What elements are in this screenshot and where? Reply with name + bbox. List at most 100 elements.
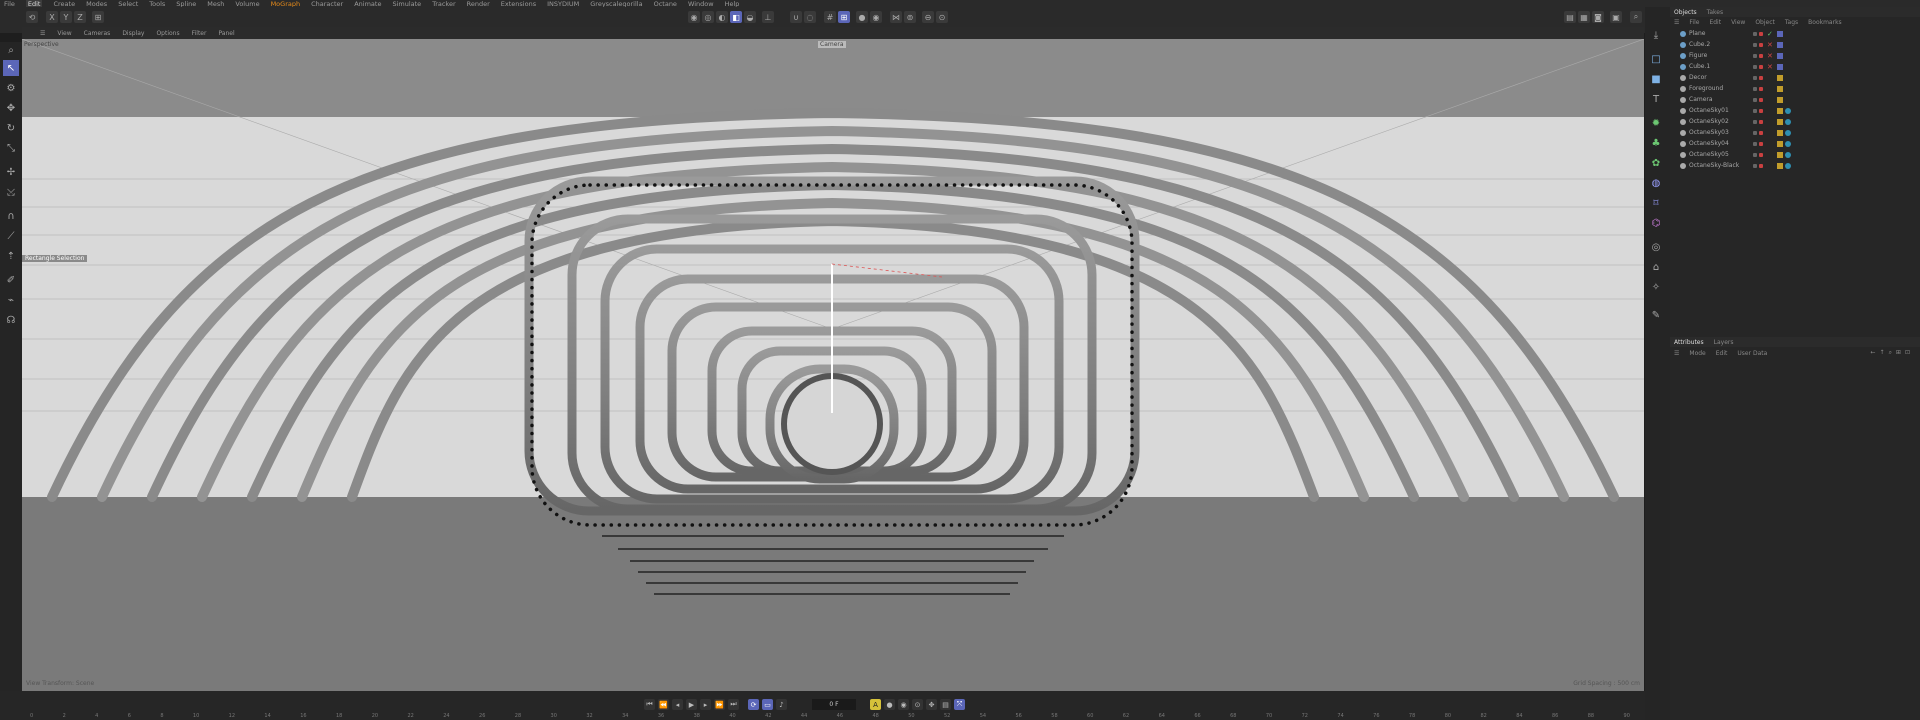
disabled-x-icon[interactable]: ✕ (1767, 63, 1773, 71)
axis-x-button[interactable]: X (46, 11, 58, 23)
layer-dot-icon[interactable] (1753, 141, 1757, 146)
object-tag-icon[interactable] (1777, 85, 1783, 92)
object-name[interactable]: OctaneSky05 (1689, 151, 1753, 158)
prev-frame-icon[interactable]: ◂ (672, 699, 683, 710)
dope-sheet-icon[interactable]: ⤧ (954, 699, 965, 710)
object-row[interactable]: Foreground (1680, 83, 1920, 94)
visibility-dot-icon[interactable] (1759, 31, 1763, 36)
extrude-icon[interactable]: ⇡ (3, 248, 19, 264)
move-icon[interactable]: ⤓ (1648, 27, 1664, 43)
render-region-icon[interactable]: ◉ (870, 11, 882, 23)
range-icon[interactable]: ▭ (762, 699, 773, 710)
snap-settings-icon[interactable]: ◌ (804, 11, 816, 23)
object-row[interactable]: OctaneSky-Black (1680, 160, 1920, 171)
object-name[interactable]: Plane (1689, 30, 1753, 37)
object-name[interactable]: Decor (1689, 74, 1753, 81)
object-tag-icon[interactable] (1777, 107, 1783, 114)
layer-dot-icon[interactable] (1753, 64, 1757, 69)
objects-menu-bookmarks[interactable]: Bookmarks (1808, 19, 1842, 26)
knife-icon[interactable]: ⟋ (3, 228, 19, 244)
object-row[interactable]: OctaneSky04 (1680, 138, 1920, 149)
viewport-menu-display[interactable]: Display (122, 30, 144, 37)
render-settings-icon[interactable]: ▤ (1564, 11, 1576, 23)
visibility-dot-icon[interactable] (1759, 53, 1763, 58)
object-name[interactable]: Cube.1 (1689, 63, 1753, 70)
object-row[interactable]: Cube.1 ✕ (1680, 61, 1920, 72)
effector-icon[interactable]: ✿ (1648, 155, 1664, 171)
uv-mode-icon[interactable]: ◒ (744, 11, 756, 23)
deformer-icon[interactable]: ⋈ (890, 11, 902, 23)
object-tag-icon[interactable] (1776, 41, 1783, 48)
layer-dot-icon[interactable] (1753, 163, 1757, 168)
axis-z-button[interactable]: Z (74, 11, 86, 23)
viewport-menu-view[interactable]: View (57, 30, 71, 37)
select-tool-icon[interactable]: ↖ (3, 60, 19, 76)
brush-icon[interactable]: ✐ (3, 272, 19, 288)
objects-menu-tags[interactable]: Tags (1785, 19, 1798, 26)
object-name[interactable]: OctaneSky02 (1689, 118, 1753, 125)
tab-attributes[interactable]: Attributes (1674, 339, 1704, 346)
visibility-dot-icon[interactable] (1759, 152, 1763, 157)
axis-transform-icon[interactable]: ⤩ (3, 184, 19, 200)
enabled-check-icon[interactable]: ✓ (1767, 30, 1773, 38)
visibility-dot-icon[interactable] (1759, 119, 1763, 124)
pla-icon[interactable]: ▤ (940, 699, 951, 710)
visibility-dot-icon[interactable] (1759, 130, 1763, 135)
object-name[interactable]: OctaneSky03 (1689, 129, 1753, 136)
workplane-icon[interactable]: # (824, 11, 836, 23)
object-name[interactable]: OctaneSky-Black (1689, 162, 1753, 169)
edit-icon[interactable]: ✎ (1648, 307, 1664, 323)
object-tag-icon[interactable] (1776, 30, 1783, 37)
layer-dot-icon[interactable] (1753, 42, 1757, 47)
sound-icon[interactable]: ♪ (776, 699, 787, 710)
object-row[interactable]: Camera (1680, 94, 1920, 105)
move-tool-icon[interactable]: ✥ (3, 100, 19, 116)
render-view-icon[interactable]: ● (856, 11, 868, 23)
axis-y-button[interactable]: Y (60, 11, 72, 23)
visibility-dot-icon[interactable] (1759, 75, 1763, 80)
object-tag-icon[interactable] (1777, 140, 1783, 147)
motion-icon[interactable]: ✥ (926, 699, 937, 710)
objects-menu-view[interactable]: View (1731, 19, 1745, 26)
loop-icon[interactable]: ⟳ (748, 699, 759, 710)
object-tag-icon[interactable] (1777, 96, 1783, 103)
octane-tag-icon[interactable] (1785, 140, 1791, 147)
zoom-search-icon[interactable]: ⌕ (3, 42, 19, 58)
visibility-dot-icon[interactable] (1759, 64, 1763, 69)
visibility-dot-icon[interactable] (1759, 42, 1763, 47)
cloner-icon[interactable]: ⊚ (904, 11, 916, 23)
current-frame-field[interactable]: 0 F (812, 699, 856, 710)
object-tag-icon[interactable] (1777, 162, 1783, 169)
layer-dot-icon[interactable] (1753, 130, 1757, 135)
undo-icon[interactable]: ⟲ (26, 11, 38, 23)
coordinate-system-icon[interactable]: ⊞ (92, 11, 104, 23)
layer-dot-icon[interactable] (1753, 119, 1757, 124)
octane-tag-icon[interactable] (1785, 118, 1791, 125)
attributes-menu-mode[interactable]: Mode (1689, 350, 1705, 357)
layer-dot-icon[interactable] (1753, 31, 1757, 36)
octane-tag-icon[interactable] (1785, 107, 1791, 114)
visibility-dot-icon[interactable] (1759, 108, 1763, 113)
text-icon[interactable]: T (1648, 91, 1664, 107)
tab-layers[interactable]: Layers (1714, 339, 1734, 346)
next-frame-icon[interactable]: ▸ (700, 699, 711, 710)
render-picture-icon[interactable]: ▦ (1578, 11, 1590, 23)
cube-primitive-icon[interactable]: □ (1648, 51, 1664, 67)
transform-icon[interactable]: ✢ (3, 164, 19, 180)
objects-menu-edit[interactable]: Edit (1709, 19, 1721, 26)
paint-icon[interactable]: ⌁ (3, 292, 19, 308)
object-tag-icon[interactable] (1777, 118, 1783, 125)
octane-render-icon[interactable]: ⊙ (936, 11, 948, 23)
snap-icon[interactable]: ∪ (790, 11, 802, 23)
object-name[interactable]: OctaneSky01 (1689, 107, 1753, 114)
object-name[interactable]: OctaneSky04 (1689, 140, 1753, 147)
objects-menu-object[interactable]: Object (1755, 19, 1775, 26)
object-row[interactable]: OctaneSky05 (1680, 149, 1920, 160)
layer-dot-icon[interactable] (1753, 152, 1757, 157)
tab-objects[interactable]: Objects (1674, 9, 1697, 16)
viewport-menu-filter[interactable]: Filter (192, 30, 207, 37)
layer-dot-icon[interactable] (1753, 86, 1757, 91)
viewport-menu-cameras[interactable]: Cameras (84, 30, 111, 37)
render-queue-icon[interactable]: ◙ (1592, 11, 1604, 23)
sculpt-icon[interactable]: ☊ (3, 312, 19, 328)
